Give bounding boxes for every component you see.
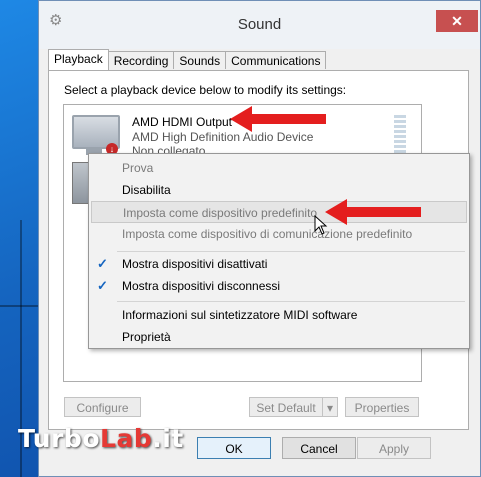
menu-separator — [117, 301, 465, 302]
menu-item-show-disconnected[interactable]: ✓ Mostra dispositivi disconnessi — [89, 275, 469, 297]
watermark-part-1: Turbo — [18, 424, 101, 453]
menu-item-label: Informazioni sul sintetizzatore MIDI sof… — [122, 308, 358, 322]
tab-playback[interactable]: Playback — [48, 49, 109, 70]
checkmark-icon: ✓ — [97, 278, 108, 293]
desktop-window-frame-line — [0, 305, 38, 307]
menu-item-properties[interactable]: Proprietà — [89, 326, 469, 348]
tab-sounds[interactable]: Sounds — [173, 51, 227, 69]
menu-item-label: Imposta come dispositivo di comunicazion… — [122, 227, 413, 241]
red-arrow-icon — [325, 199, 421, 225]
red-arrow-icon — [230, 106, 326, 132]
menu-separator — [117, 251, 465, 252]
close-button[interactable]: ✕ — [436, 10, 478, 32]
turbolab-watermark: TurboLab.it — [18, 424, 184, 453]
watermark-part-2: Lab — [100, 424, 153, 453]
tab-strip: Playback Recording Sounds Communications — [48, 49, 327, 71]
panel-instruction: Select a playback device below to modify… — [64, 83, 347, 97]
menu-item-show-disabled[interactable]: ✓ Mostra dispositivi disattivati — [89, 253, 469, 275]
level-meter — [394, 115, 406, 155]
set-default-dropdown[interactable]: ▾ — [322, 397, 338, 417]
tab-communications[interactable]: Communications — [225, 51, 327, 69]
menu-item-label: Disabilita — [122, 183, 171, 197]
tab-recording[interactable]: Recording — [107, 51, 175, 69]
window-title: Sound — [237, 16, 282, 33]
menu-item-label: Mostra dispositivi disattivati — [122, 257, 268, 271]
menu-item-label: Imposta come dispositivo predefinito — [123, 206, 318, 220]
menu-item-label: Mostra dispositivi disconnessi — [122, 279, 281, 293]
apply-button[interactable]: Apply — [357, 437, 431, 459]
context-menu: Prova Disabilita Imposta come dispositiv… — [88, 153, 470, 349]
menu-item-label: Prova — [122, 161, 154, 175]
title-bar: ⚙ Sound ✕ — [39, 1, 480, 49]
properties-button[interactable]: Properties — [345, 397, 419, 417]
menu-item-midi-info[interactable]: Informazioni sul sintetizzatore MIDI sof… — [89, 304, 469, 326]
cancel-button[interactable]: Cancel — [282, 437, 356, 459]
configure-button[interactable]: Configure — [64, 397, 141, 417]
menu-item-label: Proprietà — [122, 330, 171, 344]
watermark-part-3: .it — [152, 424, 184, 453]
mouse-cursor-icon — [314, 215, 328, 235]
menu-item-prova[interactable]: Prova — [89, 157, 469, 179]
device-name: AMD HDMI Output — [132, 115, 233, 129]
checkmark-icon: ✓ — [97, 256, 108, 271]
set-default-button[interactable]: Set Default — [249, 397, 323, 417]
ok-button[interactable]: OK — [197, 437, 271, 459]
